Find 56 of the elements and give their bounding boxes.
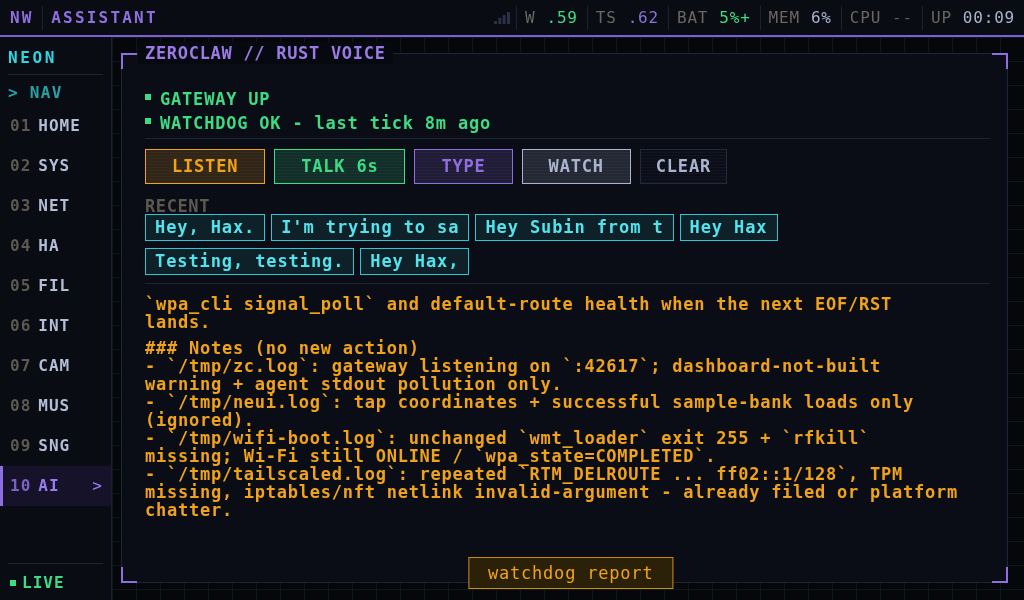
nav-item[interactable]: 09 SNG — [0, 426, 111, 466]
nav-item[interactable]: 08 MUS — [0, 386, 111, 426]
nav-item[interactable]: 01 HOME — [0, 106, 111, 146]
panel-title: ZEROCLAW // RUST VOICE — [138, 42, 393, 64]
mode-button[interactable]: TALK 6s — [274, 149, 406, 184]
nav-item[interactable]: 06 INT — [0, 306, 111, 346]
live-label: LIVE — [22, 573, 65, 593]
status-square-icon — [10, 580, 16, 586]
nav-item[interactable]: 07 CAM — [0, 346, 111, 386]
stat-value: 5%+ — [719, 6, 751, 29]
nav-item[interactable]: 10 AI > — [0, 466, 111, 506]
recent-label: RECENT — [145, 198, 211, 214]
status-text: WATCHDOG OK - last tick 8m ago — [160, 112, 492, 135]
recent-phrase-chip[interactable]: Hey Subin from t — [475, 214, 674, 241]
recent-phrase-chip[interactable]: Testing, testing. — [145, 248, 355, 275]
clear-button[interactable]: CLEAR — [639, 149, 727, 184]
nav-item[interactable]: 04 HA — [0, 226, 111, 266]
stat-label: W — [525, 6, 536, 29]
corner-bracket — [992, 53, 1008, 69]
stat-value: .62 — [627, 6, 659, 29]
nav-section-label: > NAV — [7, 82, 64, 104]
report-button[interactable]: watchdog report — [467, 557, 674, 589]
nav-item[interactable]: 03 NET — [0, 186, 111, 226]
mode-button[interactable]: TYPE — [414, 149, 513, 184]
stat-value: .59 — [546, 6, 578, 29]
notes-heading: ### Notes (no new action) — [145, 339, 420, 357]
recent-phrase-chip[interactable]: Hey Hax, — [360, 248, 470, 275]
logo-text: NW — [0, 5, 44, 30]
app-title: ASSISTANT — [50, 6, 158, 29]
stat-value: 00:09 — [962, 6, 1015, 29]
mode-button[interactable]: WATCH — [521, 149, 631, 184]
signal-bars-icon — [494, 11, 510, 24]
recent-phrase-chip[interactable]: Hey Hax — [679, 214, 778, 241]
nav-item[interactable]: 02 SYS — [0, 146, 111, 186]
mode-button[interactable]: LISTEN — [145, 149, 266, 184]
brand-label: NEON — [7, 47, 58, 69]
stat-label: BAT — [676, 6, 709, 29]
stat-label: TS — [595, 6, 617, 29]
log-text: `wpa_cli signal_poll` and default-route health when the next EOF/RST lands. — [145, 295, 893, 331]
stat-label: MEM — [768, 6, 800, 29]
stat-label: CPU — [849, 6, 882, 29]
note-item: - `/tmp/tailscaled.log`: repeated `RTM_DELROUTE ... ff02::1/128`, TPM missing, iptables/nft netlink invalid-argument - already filed or platform chatter. — [145, 465, 959, 519]
nav-item[interactable]: 05 FIL — [0, 266, 111, 306]
note-item: - `/tmp/neui.log`: tap coordinates + successful sample-bank loads only (ignored). — [145, 393, 915, 429]
corner-bracket — [121, 567, 137, 583]
note-item: - `/tmp/zc.log`: gateway listening on `:42617`; dashboard-not-built warning + agent stdout pollution only. — [145, 357, 881, 393]
stat-value: 6% — [810, 6, 832, 29]
corner-bracket — [992, 567, 1008, 583]
stat-label: UP — [930, 6, 952, 29]
status-square-icon — [145, 118, 151, 124]
stat-value: -- — [892, 6, 913, 29]
note-item: - `/tmp/wifi-boot.log`: unchanged `wmt_loader` exit 255 + `rfkill` missing; Wi-Fi still ONLINE / `wpa_state=COMPLETED`. — [145, 429, 871, 465]
status-square-icon — [145, 94, 151, 100]
recent-phrase-chip[interactable]: Hey, Hax. — [145, 214, 266, 241]
status-text: GATEWAY UP — [160, 88, 271, 111]
recent-phrase-chip[interactable]: I'm trying to sa — [271, 214, 470, 241]
